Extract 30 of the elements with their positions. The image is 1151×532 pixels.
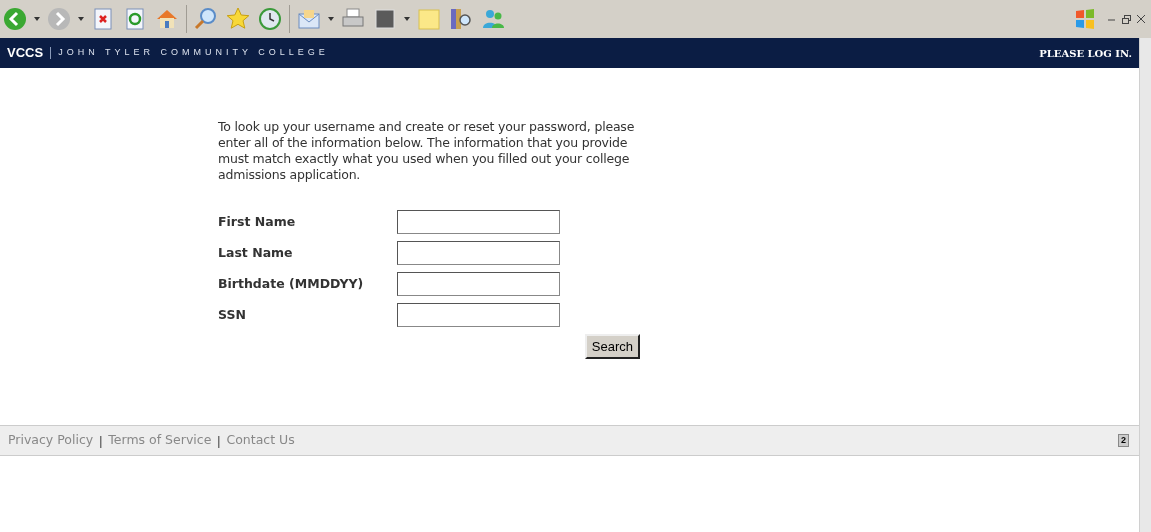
separator-text: | (99, 432, 103, 450)
restore-icon[interactable] (1122, 14, 1131, 24)
separator-text: | (217, 432, 221, 450)
history-icon[interactable] (257, 6, 283, 32)
field-label: SSN (218, 305, 247, 324)
field-label: Last Name (218, 243, 294, 262)
scrollbar[interactable] (1139, 38, 1151, 532)
logo-text[interactable]: VCCS (7, 43, 44, 63)
caret-icon[interactable] (34, 17, 40, 21)
login-link[interactable]: PLEASE LOG IN. (1039, 45, 1132, 61)
field-label: Birthdate (MMDDYY) (218, 274, 365, 293)
field-label: First Name (218, 212, 297, 231)
input-field[interactable] (397, 210, 560, 234)
close-icon[interactable] (1137, 15, 1145, 23)
search-icon[interactable] (193, 6, 219, 32)
college-name: JOHN TYLER COMMUNITY COLLEGE (58, 46, 329, 60)
windows-logo-icon (1074, 8, 1096, 30)
caret-icon[interactable] (404, 17, 410, 21)
input-field[interactable] (397, 241, 560, 265)
back-icon[interactable] (2, 6, 28, 32)
caret-icon[interactable] (328, 17, 334, 21)
input-field[interactable] (397, 303, 560, 327)
square-icon[interactable] (372, 6, 398, 32)
book-search-icon[interactable] (448, 6, 474, 32)
caret-icon[interactable] (78, 17, 84, 21)
page-count-badge: 2 (1118, 434, 1129, 447)
search-button[interactable]: Search (584, 334, 640, 359)
star-icon[interactable] (225, 6, 251, 32)
intro-paragraph: To look up your username and create or reset your password, please enter all of the information below. The information that you provide must match exactly what you used when you filled out your college admissions application. (218, 119, 636, 183)
input-field[interactable] (397, 272, 560, 296)
